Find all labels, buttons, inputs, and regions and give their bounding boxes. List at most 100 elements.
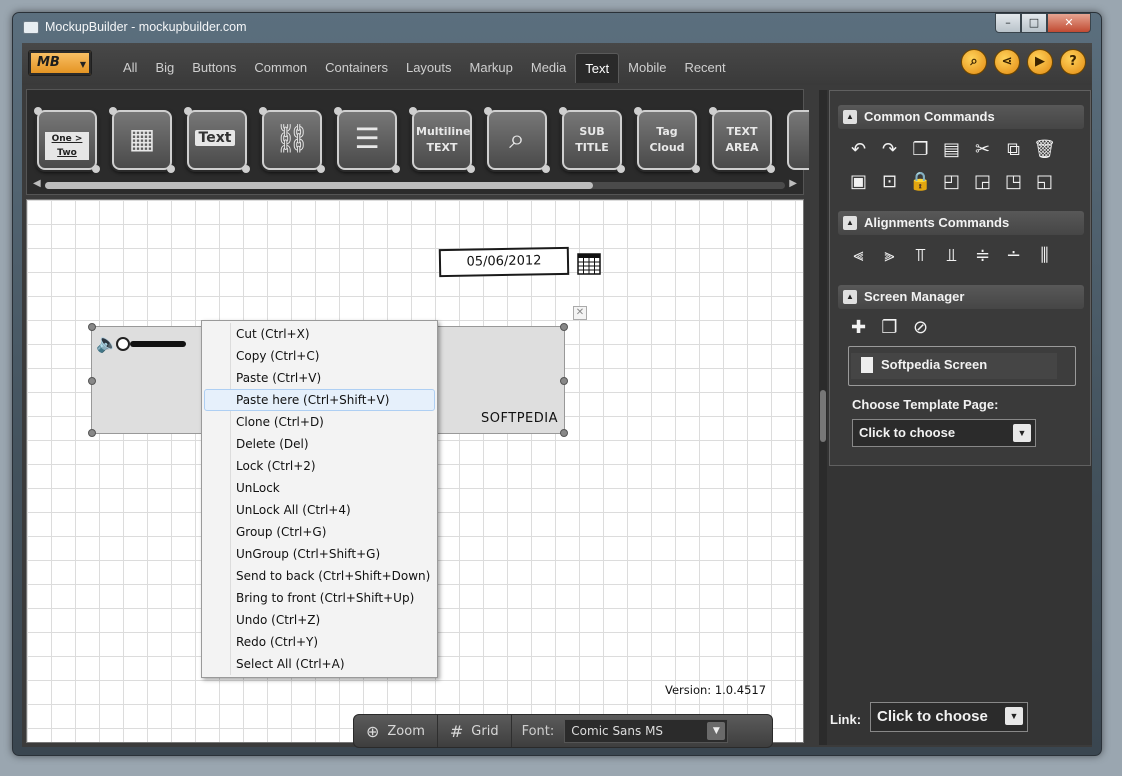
align-middle-icon[interactable]: ∸ xyxy=(1001,243,1026,268)
context-menu-item[interactable]: Send to back (Ctrl+Shift+Down) xyxy=(204,565,435,587)
distribute-icon[interactable]: ⫼ xyxy=(1032,243,1057,268)
context-menu-item[interactable]: Clone (Ctrl+D) xyxy=(204,411,435,433)
context-menu-item[interactable]: UnGroup (Ctrl+Shift+G) xyxy=(204,543,435,565)
context-menu-item[interactable]: Group (Ctrl+G) xyxy=(204,521,435,543)
copy-icon[interactable]: ❐ xyxy=(908,137,933,162)
zoom-button[interactable]: ⊕ Zoom xyxy=(354,715,438,747)
align-top-icon[interactable]: ⫪ xyxy=(908,243,933,268)
scroll-right-icon[interactable]: ▶ xyxy=(789,178,797,189)
align-center-horizontal-icon[interactable]: ≑ xyxy=(970,243,995,268)
resize-handle[interactable] xyxy=(560,377,568,385)
undo-icon[interactable]: ↶ xyxy=(846,137,871,162)
tab-media[interactable]: Media xyxy=(522,53,575,83)
send-backward-icon[interactable]: ◲ xyxy=(970,169,995,194)
delete-screen-icon[interactable]: ⊘ xyxy=(908,315,933,340)
chevron-down-icon[interactable]: ▼ xyxy=(1005,707,1023,725)
screen-list-item[interactable]: Softpedia Screen xyxy=(848,346,1076,386)
close-button[interactable]: ✕ xyxy=(1047,13,1091,33)
panel-scrollbar[interactable] xyxy=(819,90,827,745)
alignments-commands-header[interactable]: ▲ Alignments Commands xyxy=(838,211,1084,235)
context-menu-item[interactable]: Lock (Ctrl+2) xyxy=(204,455,435,477)
tab-buttons[interactable]: Buttons xyxy=(183,53,245,83)
cut-icon[interactable]: ✂ xyxy=(970,137,995,162)
context-menu-item[interactable]: Copy (Ctrl+C) xyxy=(204,345,435,367)
tab-mobile[interactable]: Mobile xyxy=(619,53,675,83)
tab-markup[interactable]: Markup xyxy=(461,53,522,83)
scroll-left-icon[interactable]: ◀ xyxy=(33,178,41,189)
context-menu-item[interactable]: Undo (Ctrl+Z) xyxy=(204,609,435,631)
link-select[interactable]: Click to choose ▼ xyxy=(870,702,1028,732)
component-text-area[interactable]: TEXT AREA xyxy=(709,107,775,173)
duplicate-screen-icon[interactable]: ❐ xyxy=(877,315,902,340)
component-search-box[interactable]: ⌕ xyxy=(484,107,550,173)
send-to-back-icon[interactable]: ◱ xyxy=(1032,169,1057,194)
component-tag-cloud[interactable]: Tag Cloud xyxy=(634,107,700,173)
mb-menu-button[interactable]: MB ▼ xyxy=(28,50,92,76)
tab-containers[interactable]: Containers xyxy=(316,53,397,83)
play-icon[interactable]: ▶ xyxy=(1027,49,1053,75)
resize-handle[interactable] xyxy=(88,377,96,385)
search-icon[interactable]: ⌕ xyxy=(961,49,987,75)
font-select[interactable]: Comic Sans MS ▼ xyxy=(564,719,729,743)
context-menu-item[interactable]: Redo (Ctrl+Y) xyxy=(204,631,435,653)
tab-common[interactable]: Common xyxy=(245,53,316,83)
help-icon[interactable]: ? xyxy=(1060,49,1086,75)
redo-icon[interactable]: ↷ xyxy=(877,137,902,162)
context-menu-item[interactable]: Delete (Del) xyxy=(204,433,435,455)
component-link[interactable]: ⛓ xyxy=(259,107,325,173)
align-left-icon[interactable]: ⫷ xyxy=(846,243,871,268)
resize-handle[interactable] xyxy=(560,323,568,331)
resize-handle[interactable] xyxy=(560,429,568,437)
grid-button[interactable]: # Grid xyxy=(438,715,512,747)
minimize-button[interactable]: – xyxy=(995,13,1021,33)
bring-forward-icon[interactable]: ◰ xyxy=(939,169,964,194)
context-menu-item[interactable]: Cut (Ctrl+X) xyxy=(204,323,435,345)
component-subtitle[interactable]: SUB TITLE xyxy=(559,107,625,173)
resize-handle[interactable] xyxy=(88,429,96,437)
component-partial[interactable] xyxy=(787,110,809,170)
tab-text[interactable]: Text xyxy=(575,53,620,83)
context-menu-item[interactable]: UnLock xyxy=(204,477,435,499)
tab-layouts[interactable]: Layouts xyxy=(397,53,461,83)
share-icon[interactable]: ⋖ xyxy=(994,49,1020,75)
component-breadcrumb[interactable]: One > Two xyxy=(34,107,100,173)
screen-manager-header[interactable]: ▲ Screen Manager xyxy=(838,285,1084,309)
component-text[interactable]: Text xyxy=(184,107,250,173)
context-menu-item[interactable]: Paste (Ctrl+V) xyxy=(204,367,435,389)
panel-scroll-thumb[interactable] xyxy=(820,390,826,442)
collapse-icon[interactable]: ▲ xyxy=(843,216,857,230)
component-data-grid[interactable]: ▦ xyxy=(109,107,175,173)
trash-icon[interactable]: 🗑 xyxy=(1032,137,1057,162)
volume-bar[interactable] xyxy=(130,341,186,347)
add-screen-icon[interactable]: ✚ xyxy=(846,315,871,340)
tab-recent[interactable]: Recent xyxy=(675,53,734,83)
strip-scrollbar[interactable]: ◀ ▶ xyxy=(31,178,799,192)
template-page-select[interactable]: Click to choose ▼ xyxy=(852,419,1036,447)
group-icon[interactable]: ▣ xyxy=(846,169,871,194)
ungroup-icon[interactable]: ⊡ xyxy=(877,169,902,194)
component-multiline-text[interactable]: Multiline TEXT xyxy=(409,107,475,173)
tab-big[interactable]: Big xyxy=(146,53,183,83)
component-paragraph[interactable]: ☰ xyxy=(334,107,400,173)
context-menu-item[interactable]: Bring to front (Ctrl+Shift+Up) xyxy=(204,587,435,609)
paste-icon[interactable]: ▤ xyxy=(939,137,964,162)
calendar-icon[interactable] xyxy=(577,252,601,276)
collapse-icon[interactable]: ▲ xyxy=(843,290,857,304)
date-field-mockup[interactable]: 05/06/2012 xyxy=(438,246,570,278)
collapse-icon[interactable]: ▲ xyxy=(843,110,857,124)
context-menu-item[interactable]: Select All (Ctrl+A) xyxy=(204,653,435,675)
close-icon[interactable]: ✕ xyxy=(573,306,587,320)
context-menu-item[interactable]: UnLock All (Ctrl+4) xyxy=(204,499,435,521)
context-menu-item[interactable]: Paste here (Ctrl+Shift+V) xyxy=(204,389,435,411)
maximize-button[interactable]: □ xyxy=(1021,13,1047,33)
tab-all[interactable]: All xyxy=(114,53,146,83)
common-commands-header[interactable]: ▲ Common Commands xyxy=(838,105,1084,129)
resize-handle[interactable] xyxy=(88,323,96,331)
align-right-icon[interactable]: ⫸ xyxy=(877,243,902,268)
scroll-thumb[interactable] xyxy=(45,182,593,189)
clone-icon[interactable]: ⧉ xyxy=(1001,137,1026,162)
chevron-down-icon[interactable]: ▼ xyxy=(1013,424,1031,442)
bring-to-front-icon[interactable]: ◳ xyxy=(1001,169,1026,194)
volume-knob[interactable] xyxy=(116,337,130,351)
align-bottom-icon[interactable]: ⫫ xyxy=(939,243,964,268)
